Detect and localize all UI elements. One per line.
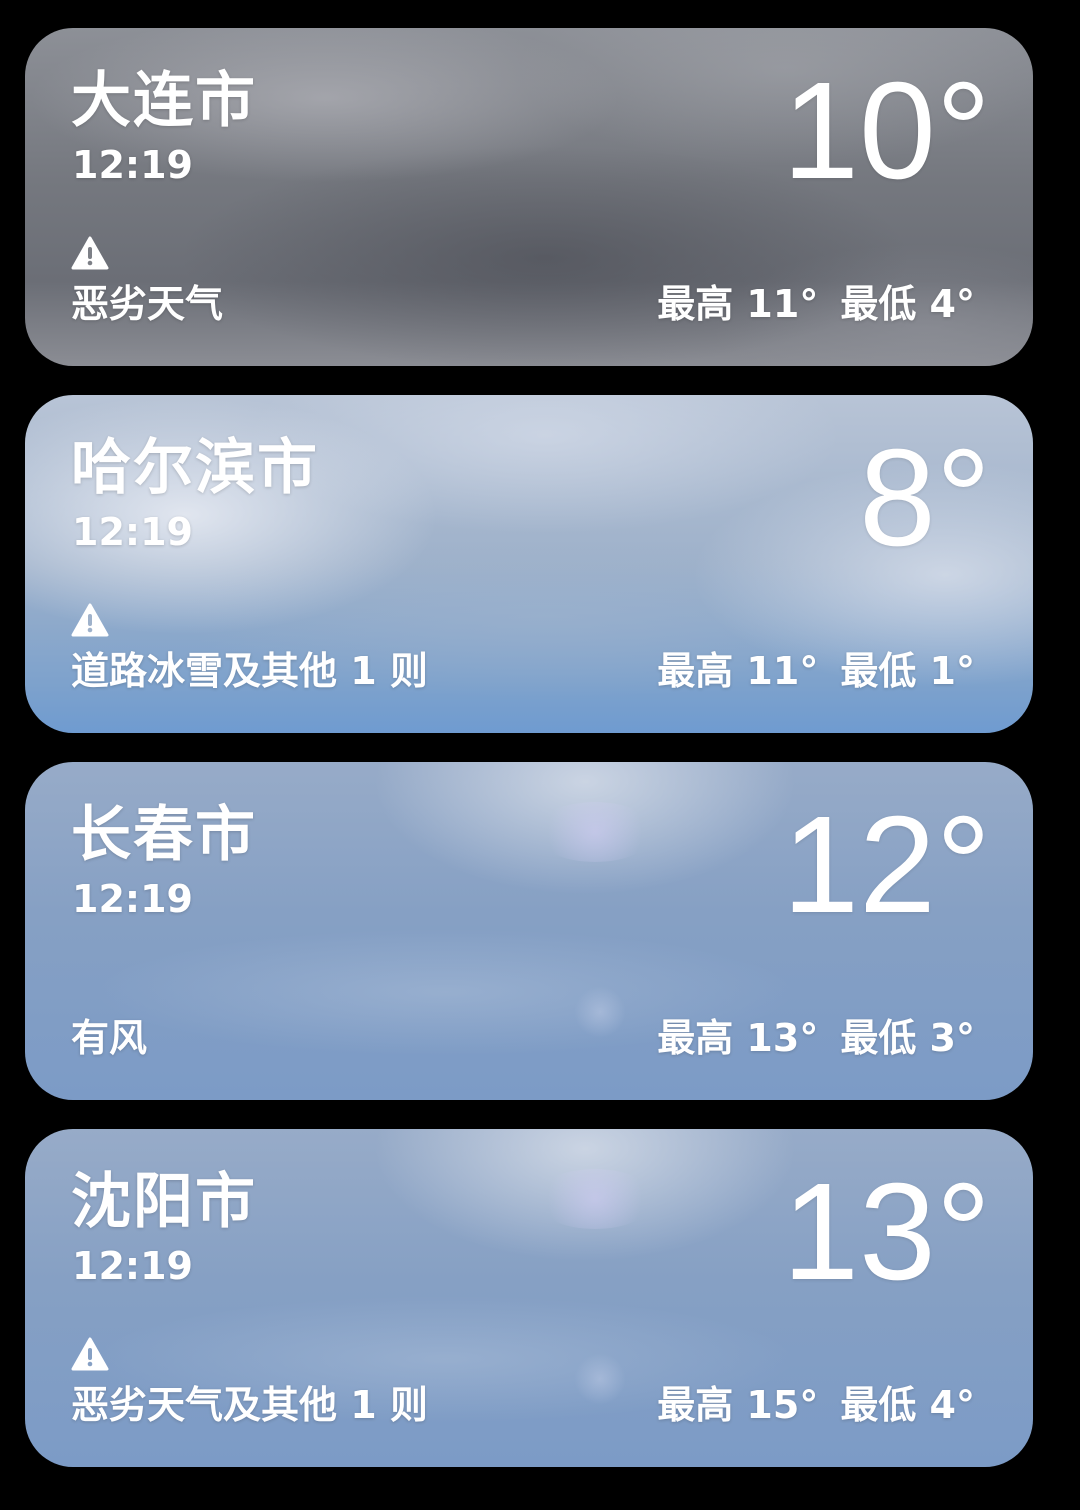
high-temperature: 最高 11° xyxy=(657,649,819,693)
sun-flare xyxy=(535,802,655,862)
low-temperature: 最低 1° xyxy=(840,649,975,693)
low-temperature: 最低 3° xyxy=(840,1016,975,1060)
sun-flare xyxy=(535,1169,655,1229)
city-card-harbin[interactable]: 哈尔滨市 12:19 8° 道路冰雪及其他 1 则 最高 11° 最低 1° xyxy=(25,395,1033,733)
local-time: 12:19 xyxy=(72,877,193,921)
local-time: 12:19 xyxy=(72,1244,193,1288)
city-name: 哈尔滨市 xyxy=(71,433,319,503)
city-card-changchun[interactable]: 长春市 12:19 12° 有风 最高 13° 最低 3° xyxy=(25,762,1033,1100)
current-temperature: 13° xyxy=(782,1155,991,1309)
warning-triangle-icon xyxy=(71,236,109,270)
local-time: 12:19 xyxy=(72,510,193,554)
warning-triangle-icon xyxy=(71,603,109,637)
low-temperature: 最低 4° xyxy=(840,282,975,326)
current-temperature: 10° xyxy=(782,54,991,208)
weather-condition: 恶劣天气及其他 1 则 xyxy=(71,1383,428,1427)
high-temperature: 最高 11° xyxy=(657,282,819,326)
high-temperature: 最高 15° xyxy=(657,1383,819,1427)
high-low-temperature: 最高 11° 最低 4° xyxy=(657,278,975,330)
city-card-shenyang[interactable]: 沈阳市 12:19 13° 恶劣天气及其他 1 则 最高 15° 最低 4° xyxy=(25,1129,1033,1467)
current-temperature: 12° xyxy=(782,788,991,942)
weather-condition: 有风 xyxy=(71,1016,148,1060)
low-temperature: 最低 4° xyxy=(840,1383,975,1427)
city-card-dalian[interactable]: 大连市 12:19 10° 恶劣天气 最高 11° 最低 4° xyxy=(25,28,1033,366)
high-low-temperature: 最高 11° 最低 1° xyxy=(657,645,975,697)
high-temperature: 最高 13° xyxy=(657,1016,819,1060)
city-name: 沈阳市 xyxy=(71,1167,257,1237)
weather-condition: 道路冰雪及其他 1 则 xyxy=(71,649,428,693)
weather-condition: 恶劣天气 xyxy=(71,282,224,326)
local-time: 12:19 xyxy=(72,143,193,187)
city-name: 长春市 xyxy=(71,800,257,870)
warning-triangle-icon xyxy=(71,1337,109,1371)
high-low-temperature: 最高 15° 最低 4° xyxy=(657,1379,975,1431)
city-name: 大连市 xyxy=(71,66,257,136)
high-low-temperature: 最高 13° 最低 3° xyxy=(657,1012,975,1064)
current-temperature: 8° xyxy=(859,421,991,575)
